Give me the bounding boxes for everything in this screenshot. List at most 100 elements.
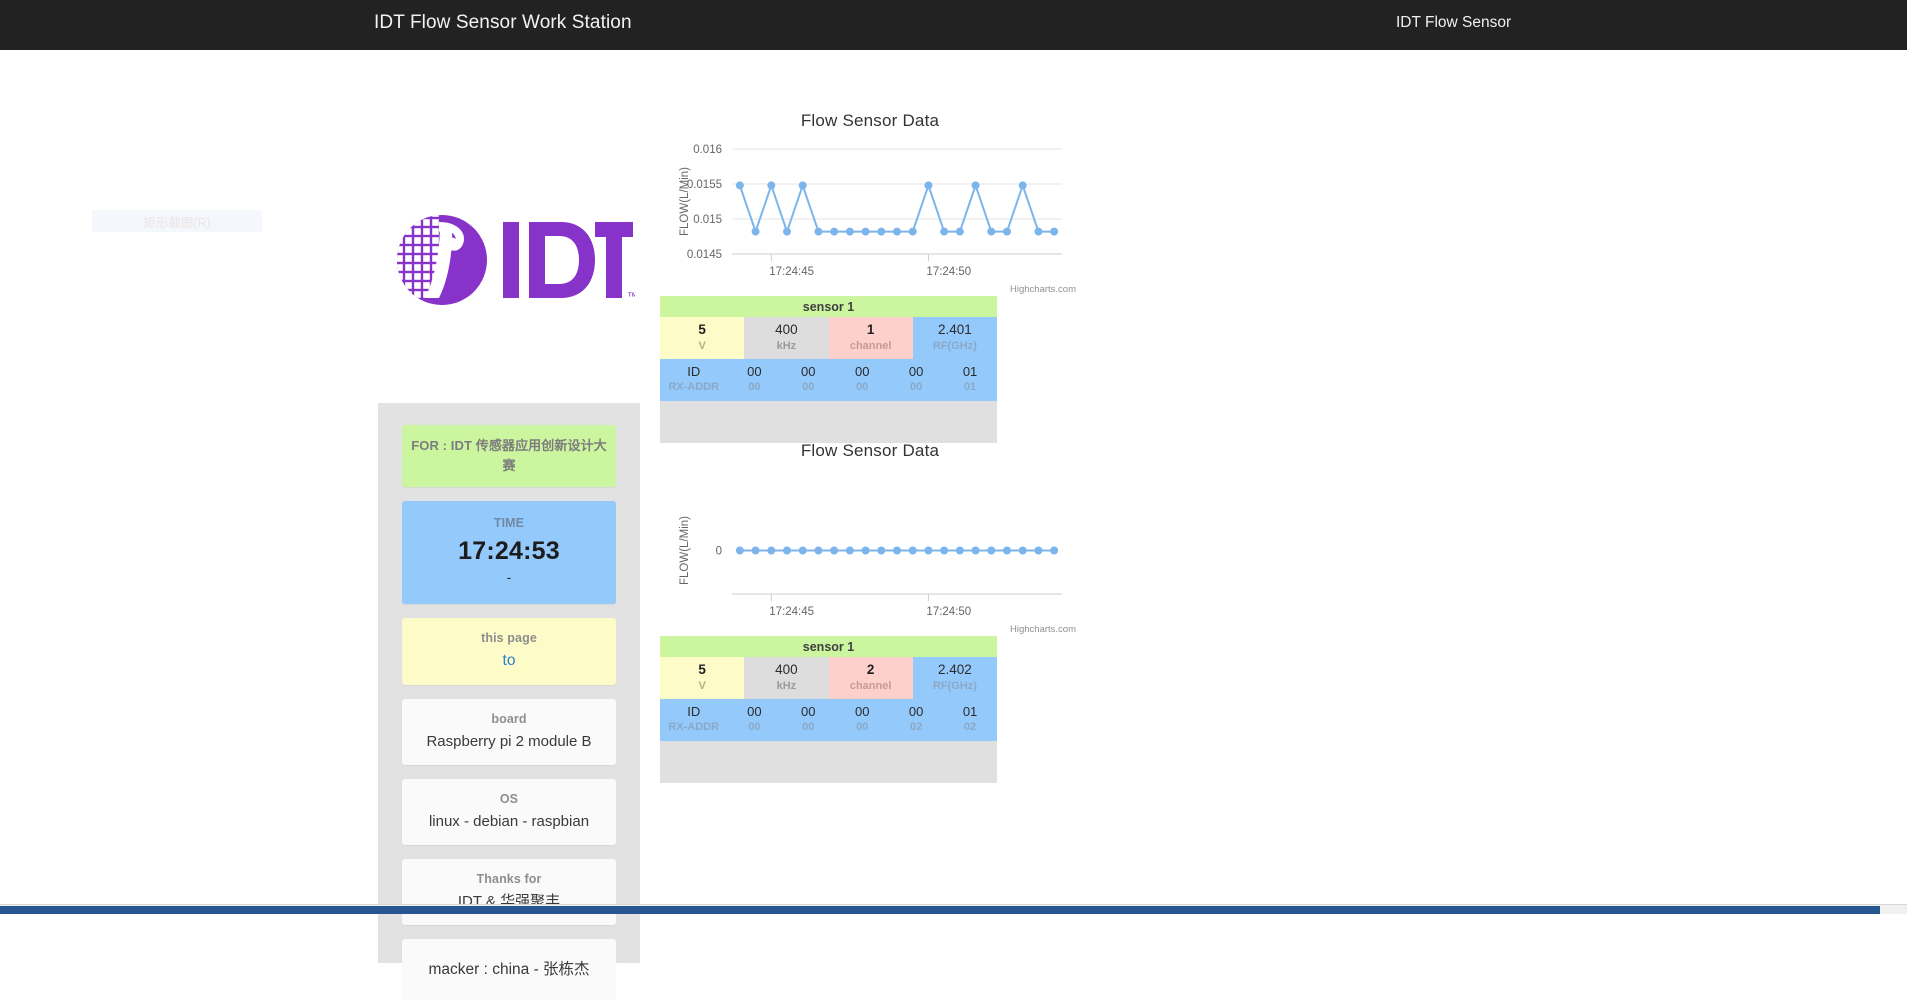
thanks-label: Thanks for <box>476 872 542 887</box>
time-value: 17:24:53 <box>458 536 560 565</box>
addr-byte-2-5: 02 <box>963 721 977 734</box>
sensor-metrics-row-2: 5 V 400 kHz 2 channel 2.402 RF(GHz) <box>660 657 997 699</box>
sensor-panel-2: Flow Sensor Data 0 FLOW(L/Min) 17:24:45 17:… <box>660 433 1080 783</box>
chart-title-1: Flow Sensor Data <box>800 111 940 130</box>
metric-channel-unit-1: channel <box>849 339 892 352</box>
horizontal-scrollbar[interactable] <box>0 904 1907 914</box>
metric-channel-1: 1 channel <box>828 317 913 359</box>
addr-byte-2-1: 00 <box>748 721 761 734</box>
highcharts-credits-1[interactable]: Highcharts.com <box>1010 284 1076 295</box>
svg-text:0.015: 0.015 <box>693 214 722 226</box>
addr-byte-1-1: 00 <box>748 381 761 394</box>
metric-rf-1: 2.401 RF(GHz) <box>912 317 997 359</box>
addr-byte-2-2: 00 <box>802 721 815 734</box>
svg-text:17:24:50: 17:24:50 <box>926 266 971 278</box>
sensor-panel-1: Flow Sensor Data 0.0145 0.015 0.0155 0.016 F… <box>660 103 1080 443</box>
flow-chart-2[interactable]: 0 FLOW(L/Min) 17:24:45 17:24:50 Highcharts.… <box>660 461 1080 636</box>
metric-voltage-unit-1: V <box>698 339 706 352</box>
svg-text:17:24:50: 17:24:50 <box>926 606 971 618</box>
info-card-os: OS linux - debian - raspbian <box>402 779 616 846</box>
os-value: linux - debian - raspbian <box>428 812 590 830</box>
metric-voltage-2: 5 V <box>660 657 745 699</box>
address-byte-1-5: 01 01 <box>943 364 997 397</box>
chart-title-2: Flow Sensor Data <box>800 441 940 460</box>
id-byte-1-1: 00 <box>747 363 762 379</box>
sensor-header-2: sensor 1 <box>660 636 997 657</box>
svg-text:FLOW(L/Min): FLOW(L/Min) <box>679 516 691 585</box>
id-byte-1-5: 01 <box>962 363 978 379</box>
board-label: board <box>491 712 527 727</box>
metric-frequency-value-1: 400 <box>775 321 798 337</box>
address-labels-2: ID RX-ADDR <box>660 704 727 737</box>
addr-byte-1-3: 00 <box>856 381 869 394</box>
flow-chart-1[interactable]: 0.0145 0.015 0.0155 0.016 FLOW(L/Min) 17:24:4… <box>660 131 1080 296</box>
addr-byte-2-3: 00 <box>856 721 869 734</box>
metric-voltage-unit-2: V <box>698 679 706 692</box>
addr-byte-1-2: 00 <box>802 381 815 394</box>
idt-logo-icon: ™ <box>397 215 638 305</box>
address-byte-1-2: 00 00 <box>781 364 835 397</box>
id-byte-2-2: 00 <box>801 703 816 719</box>
this-page-label: this page <box>481 631 537 646</box>
sensor-metrics-row-1: 5 V 400 kHz 1 channel 2.401 RF(GHz) <box>660 317 997 359</box>
svg-text:17:24:45: 17:24:45 <box>769 266 814 278</box>
metric-voltage-1: 5 V <box>660 317 745 359</box>
addr-byte-2-4: 02 <box>910 721 923 734</box>
metric-frequency-value-2: 400 <box>775 661 798 677</box>
metric-rf-unit-2: RF(GHz) <box>932 679 977 692</box>
trademark-symbol: ™ <box>627 291 635 303</box>
top-navigation-bar: IDT Flow Sensor Work Station IDT Flow Se… <box>0 0 1907 50</box>
screenshot-tool-overlay[interactable]: 矩形截图(R) <box>92 210 262 232</box>
idt-logo: ™ <box>395 200 638 320</box>
svg-text:FLOW(L/Min): FLOW(L/Min) <box>679 167 691 236</box>
svg-text:0.016: 0.016 <box>693 144 722 156</box>
svg-text:0.0155: 0.0155 <box>687 179 722 191</box>
address-byte-2-4: 00 02 <box>889 704 943 737</box>
id-byte-1-2: 00 <box>801 363 816 379</box>
info-card-time: TIME 17:24:53 - <box>402 501 616 605</box>
metric-channel-2: 2 channel <box>828 657 913 699</box>
address-byte-2-2: 00 00 <box>781 704 835 737</box>
addr-byte-1-4: 00 <box>910 381 923 394</box>
metric-rf-value-1: 2.401 <box>937 321 972 337</box>
info-card-contest: FOR : IDT 传感器应用创新设计大赛 <box>402 425 616 487</box>
id-byte-1-4: 00 <box>908 363 924 379</box>
metric-voltage-value-2: 5 <box>698 661 706 677</box>
metric-frequency-unit-1: kHz <box>776 339 797 352</box>
address-byte-2-5: 01 02 <box>943 704 997 737</box>
highcharts-credits-2[interactable]: Highcharts.com <box>1010 624 1076 635</box>
time-sub: - <box>506 569 512 586</box>
info-sidebar: FOR : IDT 传感器应用创新设计大赛 TIME 17:24:53 - th… <box>378 403 640 1000</box>
sensor-table-1: sensor 1 5 V 400 kHz 1 channel 2.401 RF(… <box>660 296 997 443</box>
metric-frequency-2: 400 kHz <box>744 657 829 699</box>
metric-channel-value-2: 2 <box>866 661 875 677</box>
this-page-value[interactable]: to <box>408 649 610 673</box>
metric-channel-value-1: 1 <box>866 321 875 337</box>
maker-value: macker : china - 张栋杰 <box>428 961 590 979</box>
id-byte-1-3: 00 <box>854 363 870 379</box>
address-byte-1-3: 00 00 <box>835 364 889 397</box>
metric-frequency-unit-2: kHz <box>776 679 797 692</box>
id-byte-2-1: 00 <box>747 703 762 719</box>
metric-voltage-value-1: 5 <box>698 321 706 337</box>
sensor-address-row-2: ID RX-ADDR 00 00 00 00 00 00 00 02 01 02 <box>660 699 997 741</box>
screenshot-tool-label: 矩形截图(R) <box>143 215 211 230</box>
address-byte-2-3: 00 00 <box>835 704 889 737</box>
sensor-header-1: sensor 1 <box>660 296 997 317</box>
metric-rf-2: 2.402 RF(GHz) <box>912 657 997 699</box>
address-byte-1-1: 00 00 <box>727 364 781 397</box>
metric-frequency-1: 400 kHz <box>744 317 829 359</box>
brand-label: IDT Flow Sensor <box>1396 14 1512 31</box>
horizontal-scrollbar-thumb[interactable] <box>0 906 1880 914</box>
info-card-thanks: Thanks for IDT & 华强聚丰 <box>402 859 616 926</box>
flow-chart-2-svg: 0 FLOW(L/Min) 17:24:45 17:24:50 <box>679 516 1062 618</box>
sensor-table-2: sensor 1 5 V 400 kHz 2 channel 2.402 RF(… <box>660 636 997 783</box>
metric-rf-unit-1: RF(GHz) <box>932 339 977 352</box>
metric-rf-value-2: 2.402 <box>937 661 972 677</box>
svg-text:17:24:45: 17:24:45 <box>769 606 814 618</box>
sensor-address-row-1: ID RX-ADDR 00 00 00 00 00 00 00 00 01 01 <box>660 359 997 401</box>
svg-text:0: 0 <box>716 546 722 558</box>
address-labels-1: ID RX-ADDR <box>660 364 727 397</box>
metric-channel-unit-2: channel <box>849 679 892 692</box>
time-label: TIME <box>493 516 525 530</box>
